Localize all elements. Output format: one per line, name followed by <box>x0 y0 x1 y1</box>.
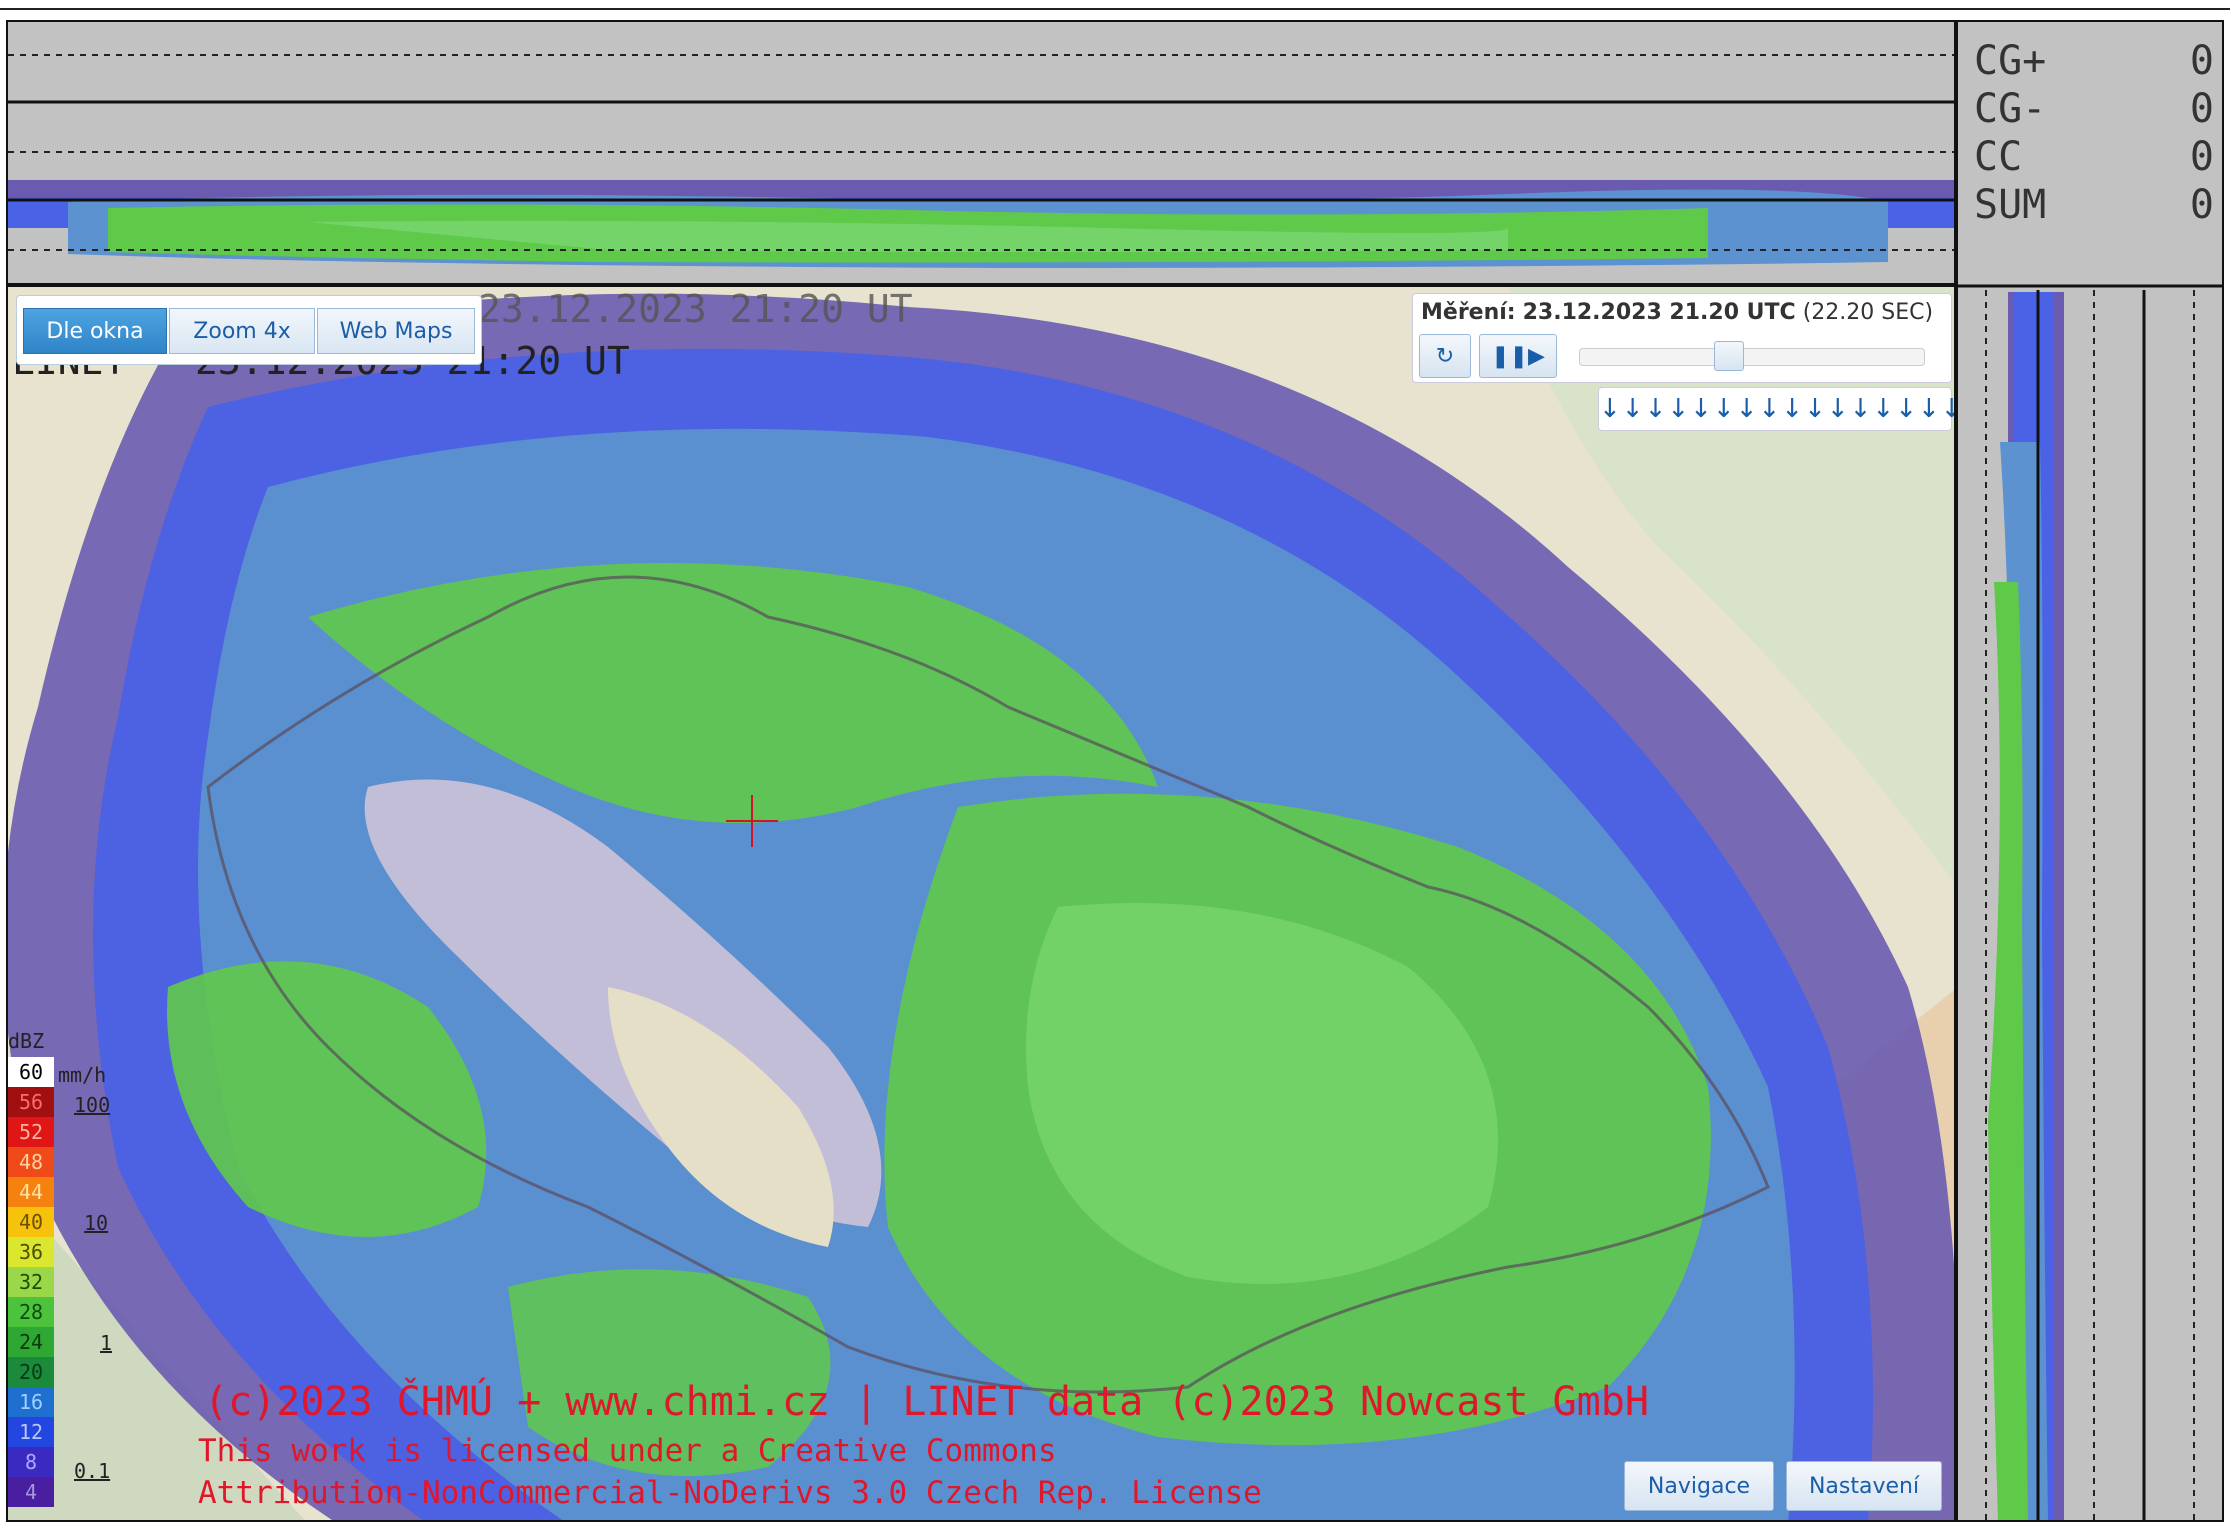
frame-arrows[interactable]: ↓↓↓↓↓↓↓↓↓↓↓↓↓↓↓↓↓↓↓ <box>1598 387 1954 431</box>
pause-play-icon: ❚❚▶ <box>1491 344 1545 369</box>
legend-dbz-label: dBZ <box>8 1029 45 1053</box>
measurement-interval: (22.20 SEC) <box>1802 300 1934 325</box>
legend-level-32: 32 <box>8 1267 54 1297</box>
legend-level-60: 60 <box>8 1057 54 1087</box>
rain-rate-100: 100 <box>74 1093 111 1117</box>
play-pause-button[interactable]: ❚❚▶ <box>1479 334 1557 378</box>
top-profile-graphic <box>8 54 1954 268</box>
measurement-prefix: Měření: <box>1421 300 1516 325</box>
measurement-datetime: 23.12.2023 21.20 UTC <box>1522 300 1796 325</box>
refresh-button[interactable]: ↻ <box>1419 334 1471 378</box>
legend-level-56: 56 <box>8 1087 54 1117</box>
time-slider-handle[interactable] <box>1713 341 1744 371</box>
top-rule <box>0 8 2230 10</box>
legend-level-12: 12 <box>8 1417 54 1447</box>
view-tabs: Dle okna Zoom 4x Web Maps <box>16 295 482 365</box>
tab-dle-okna[interactable]: Dle okna <box>23 308 167 354</box>
rain-rate-1: 1 <box>100 1331 113 1355</box>
color-legend: dBZ mm/h 60 56 52 48 44 40 36 32 28 24 20 16 12 8 4 10… <box>8 1029 128 1520</box>
legend-mmh-label: mm/h <box>58 1063 107 1087</box>
legend-level-40: 40 <box>8 1207 54 1237</box>
measurement-panel: Měření: 23.12.2023 21.20 UTC (22.20 SEC)… <box>1412 293 1952 383</box>
radar-echo-graphic <box>8 287 1954 1520</box>
legend-level-52: 52 <box>8 1117 54 1147</box>
copyright-line: (c)2023 ČHMÚ + www.chmi.cz | LINET data … <box>204 1379 1649 1425</box>
legend-level-8: 8 <box>8 1447 54 1477</box>
time-slider-track[interactable] <box>1579 341 1925 371</box>
tab-zoom-4x[interactable]: Zoom 4x <box>169 308 315 354</box>
side-panel: CG+ 0 CG- 0 CC 0 SUM 0 <box>1956 20 2224 1522</box>
tab-web-maps[interactable]: Web Maps <box>317 308 475 354</box>
navigation-button[interactable]: Navigace <box>1624 1461 1774 1511</box>
legend-level-16: 16 <box>8 1387 54 1417</box>
license-line-2: Attribution-NonCommercial-NoDerivs 3.0 C… <box>198 1475 1262 1511</box>
ghost-timestamp: 23.12.2023 21:20 UT <box>478 287 913 331</box>
vertical-profile-graphic <box>1958 284 2222 1520</box>
measurement-caption: Měření: 23.12.2023 21.20 UTC (22.20 SEC) <box>1421 300 1933 325</box>
legend-level-4: 4 <box>8 1477 54 1507</box>
radar-map[interactable]: 23.12.2023 21:20 UT LINET - 23.12.2023 2… <box>6 285 1956 1522</box>
refresh-icon: ↻ <box>1435 344 1455 369</box>
rain-rate-0-1: 0.1 <box>74 1459 111 1483</box>
rain-rate-10: 10 <box>84 1211 109 1235</box>
license-line-1: This work is licensed under a Creative C… <box>198 1433 1057 1469</box>
legend-level-20: 20 <box>8 1357 54 1387</box>
legend-level-36: 36 <box>8 1237 54 1267</box>
legend-level-44: 44 <box>8 1177 54 1207</box>
legend-level-24: 24 <box>8 1327 54 1357</box>
legend-level-28: 28 <box>8 1297 54 1327</box>
top-cross-section-panel <box>6 20 1956 285</box>
settings-button[interactable]: Nastavení <box>1786 1461 1942 1511</box>
legend-level-48: 48 <box>8 1147 54 1177</box>
